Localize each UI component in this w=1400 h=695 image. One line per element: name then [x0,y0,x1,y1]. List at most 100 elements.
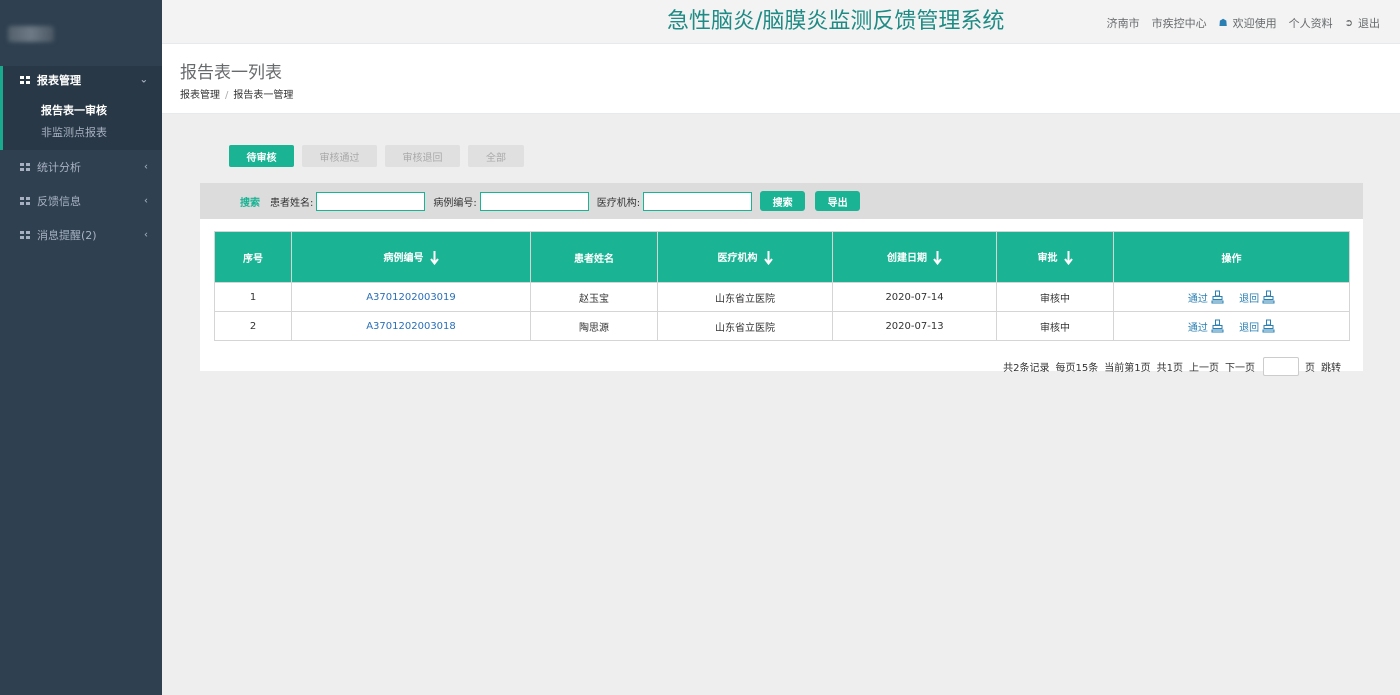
page-title: 报告表一列表 [180,63,282,83]
approve-button[interactable]: 通过 [1188,319,1224,334]
stamp-icon [1262,319,1275,333]
welcome-label: 欢迎使用 [1232,17,1277,30]
pagination: 共2条记录 每页15条 当前第1页 共1页 上一页 下一页 页 跳转 [997,357,1341,376]
chevron-down-icon: ⌄ [139,74,148,86]
pager-per-page: 每页15条 [1055,363,1099,374]
logo [8,26,54,42]
cell-patient-name: 赵玉宝 [530,282,658,312]
grid-icon [20,76,30,84]
sidebar-item-messages[interactable]: 消息提醒(2) ‹ [0,218,162,252]
page-header: 报告表一列表 报表管理 / 报告表一管理 [162,44,1400,114]
sort-down-icon [429,251,439,265]
top-nav: 济南市 市疾控中心 ☗ 欢迎使用 个人资料 ➲ 退出 [1107,15,1380,31]
cell-org: 山东省立医院 [657,311,833,341]
sidebar-item-label: 报表管理 [37,74,81,87]
pager-prev[interactable]: 上一页 [1189,359,1219,374]
stamp-icon [1262,290,1275,304]
reject-button[interactable]: 退回 [1239,290,1275,305]
sidebar-item-report-management[interactable]: 报表管理 ⌄ [0,66,162,94]
patient-name-input[interactable] [316,191,426,211]
approve-button[interactable]: 通过 [1188,290,1224,305]
search-bar: 搜索 患者姓名: 病例编号: 医疗机构: 搜索 导出 [200,183,1363,219]
export-button[interactable]: 导出 [815,191,861,211]
sort-down-icon [763,251,773,265]
tab-all[interactable]: 全部 [468,145,524,167]
sidebar-item-statistics[interactable]: 统计分析 ‹ [0,150,162,184]
reject-button[interactable]: 退回 [1239,319,1275,334]
cell-org: 山东省立医院 [657,282,833,312]
cell-index: 1 [214,282,292,312]
search-button[interactable]: 搜索 [760,191,806,211]
cell-date: 2020-07-14 [832,282,997,312]
report-table: 序号 病例编号 患者姓名 医疗机构 创建日期 审批 操作 1 A37012020… [214,231,1350,341]
profile-link[interactable]: 个人资料 [1289,15,1333,31]
stamp-icon [1211,290,1224,304]
logout-link[interactable]: ➲ 退出 [1345,15,1380,31]
cell-actions: 通过 退回 [1113,282,1350,312]
status-tabs: 待审核 审核通过 审核退回 全部 [229,145,532,167]
sort-down-icon [1063,251,1073,265]
grid-icon [20,231,30,239]
sidebar-subitem-report1-review[interactable]: 报告表一审核 [41,100,162,122]
stamp-icon [1211,319,1224,333]
breadcrumb-item-report-management[interactable]: 报表管理 [180,90,220,101]
case-no-label: 病例编号: [433,197,477,209]
col-header-index: 序号 [214,231,292,283]
pager-pages: 共1页 [1156,363,1183,374]
col-header-case-no[interactable]: 病例编号 [291,231,531,283]
cell-status: 审核中 [996,282,1114,312]
welcome-link[interactable]: ☗ 欢迎使用 [1219,15,1277,31]
submenu-report-management: 报告表一审核 非监测点报表 [0,94,162,150]
pager-page-unit: 页 [1305,363,1315,374]
table-row: 2 A3701202003018 陶思源 山东省立医院 2020-07-13 审… [214,311,1350,341]
pager-total: 共2条记录 [1003,363,1050,374]
col-header-date[interactable]: 创建日期 [832,231,997,283]
breadcrumb: 报表管理 / 报告表一管理 [180,86,293,101]
tab-pending[interactable]: 待审核 [229,145,294,167]
sidebar-menu: 报表管理 ⌄ 报告表一审核 非监测点报表 统计分析 ‹ 反馈信息 ‹ 消息提醒(… [0,66,162,252]
sidebar: 报表管理 ⌄ 报告表一审核 非监测点报表 统计分析 ‹ 反馈信息 ‹ 消息提醒(… [0,0,162,695]
logout-icon: ➲ [1344,17,1353,29]
col-header-org[interactable]: 医疗机构 [657,231,833,283]
cell-case-no: A3701202003018 [291,311,531,341]
chevron-left-icon: ‹ [144,229,148,241]
org-link[interactable]: 市疾控中心 [1152,15,1207,31]
table-row: 1 A3701202003019 赵玉宝 山东省立医院 2020-07-14 审… [214,282,1350,312]
top-bar: 急性脑炎/脑膜炎监测反馈管理系统 济南市 市疾控中心 ☗ 欢迎使用 个人资料 ➲… [162,0,1400,44]
pager-jump[interactable]: 跳转 [1321,359,1341,374]
logout-label: 退出 [1358,17,1380,30]
tab-rejected[interactable]: 审核退回 [385,145,460,167]
cell-case-no: A3701202003019 [291,282,531,312]
col-header-actions: 操作 [1113,231,1350,283]
city-link[interactable]: 济南市 [1107,15,1140,31]
grid-icon [20,163,30,171]
patient-name-label: 患者姓名: [270,197,314,209]
sidebar-item-feedback[interactable]: 反馈信息 ‹ [0,184,162,218]
breadcrumb-item-current: 报告表一管理 [233,90,294,101]
tab-approved[interactable]: 审核通过 [302,145,377,167]
col-header-patient-name: 患者姓名 [530,231,658,283]
cell-date: 2020-07-13 [832,311,997,341]
page-number-input[interactable] [1263,357,1299,376]
org-input[interactable] [643,191,753,211]
sidebar-item-label: 统计分析 [37,161,81,174]
chevron-left-icon: ‹ [144,195,148,207]
case-no-link[interactable]: A3701202003019 [366,292,456,303]
case-no-input[interactable] [479,191,589,211]
pager-current: 当前第1页 [1104,363,1151,374]
grid-icon [20,197,30,205]
col-header-status[interactable]: 审批 [996,231,1114,283]
breadcrumb-separator: / [225,90,229,101]
case-no-link[interactable]: A3701202003018 [366,321,456,332]
sort-down-icon [933,251,942,265]
chevron-left-icon: ‹ [144,161,148,173]
sidebar-item-label: 反馈信息 [37,195,81,208]
org-label: 医疗机构: [596,197,641,209]
sidebar-subitem-non-monitor-report[interactable]: 非监测点报表 [41,122,162,144]
pager-next[interactable]: 下一页 [1225,359,1255,374]
table-panel: 序号 病例编号 患者姓名 医疗机构 创建日期 审批 操作 1 A37012020… [200,219,1363,371]
cell-actions: 通过 退回 [1113,311,1350,341]
sidebar-item-label: 消息提醒(2) [37,229,97,242]
cell-index: 2 [214,311,292,341]
home-icon: ☗ [1218,17,1228,29]
